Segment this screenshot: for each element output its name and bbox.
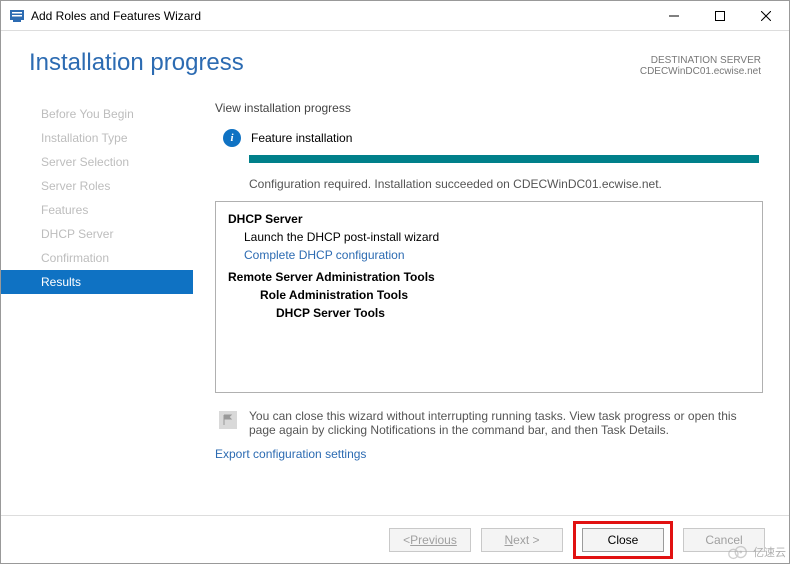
content-pane: View installation progress i Feature ins… bbox=[193, 95, 789, 515]
close-window-button[interactable] bbox=[743, 1, 789, 31]
sidebar: Before You Begin Installation Type Serve… bbox=[1, 95, 193, 515]
window-title: Add Roles and Features Wizard bbox=[31, 9, 201, 23]
result-role-subtext: Launch the DHCP post-install wizard bbox=[228, 228, 750, 246]
minimize-button[interactable] bbox=[651, 1, 697, 31]
close-button-highlight: Close bbox=[573, 521, 673, 559]
sidebar-item-features: Features bbox=[1, 198, 193, 222]
destination-server: DESTINATION SERVER CDECWinDC01.ecwise.ne… bbox=[640, 55, 761, 77]
close-note: You can close this wizard without interr… bbox=[219, 409, 759, 437]
result-tools-sub: Role Administration Tools bbox=[228, 286, 750, 304]
info-icon: i bbox=[223, 129, 241, 147]
dest-server-name: CDECWinDC01.ecwise.net bbox=[640, 66, 761, 77]
sidebar-item-dhcp-server: DHCP Server bbox=[1, 222, 193, 246]
progress-bar bbox=[249, 155, 759, 163]
cancel-button: Cancel bbox=[683, 528, 765, 552]
result-role-title: DHCP Server bbox=[228, 210, 750, 228]
complete-dhcp-config-link[interactable]: Complete DHCP configuration bbox=[228, 246, 750, 264]
export-config-link[interactable]: Export configuration settings bbox=[215, 447, 763, 461]
view-progress-label: View installation progress bbox=[215, 101, 763, 115]
sidebar-item-server-selection: Server Selection bbox=[1, 150, 193, 174]
close-button[interactable]: Close bbox=[582, 528, 664, 552]
result-tools-sub2: DHCP Server Tools bbox=[228, 304, 750, 322]
sidebar-item-before-you-begin: Before You Begin bbox=[1, 102, 193, 126]
header: Installation progress DESTINATION SERVER… bbox=[1, 31, 789, 95]
config-required-message: Configuration required. Installation suc… bbox=[249, 177, 763, 191]
previous-button: < Previous bbox=[389, 528, 471, 552]
sidebar-item-results[interactable]: Results bbox=[1, 270, 193, 294]
dest-server-label: DESTINATION SERVER bbox=[640, 55, 761, 66]
next-button: Next > bbox=[481, 528, 563, 552]
sidebar-item-installation-type: Installation Type bbox=[1, 126, 193, 150]
close-note-text: You can close this wizard without interr… bbox=[249, 409, 759, 437]
titlebar: Add Roles and Features Wizard bbox=[1, 1, 789, 31]
results-box: DHCP Server Launch the DHCP post-install… bbox=[215, 201, 763, 393]
sidebar-item-confirmation: Confirmation bbox=[1, 246, 193, 270]
page-title: Installation progress bbox=[29, 49, 244, 77]
status-row: i Feature installation bbox=[223, 129, 763, 147]
footer: < Previous Next > Close Cancel bbox=[1, 515, 789, 563]
maximize-button[interactable] bbox=[697, 1, 743, 31]
flag-icon bbox=[219, 411, 237, 429]
result-tools-title: Remote Server Administration Tools bbox=[228, 268, 750, 286]
sidebar-item-server-roles: Server Roles bbox=[1, 174, 193, 198]
server-manager-icon bbox=[9, 8, 25, 24]
status-title: Feature installation bbox=[251, 131, 352, 145]
main: Before You Begin Installation Type Serve… bbox=[1, 95, 789, 515]
